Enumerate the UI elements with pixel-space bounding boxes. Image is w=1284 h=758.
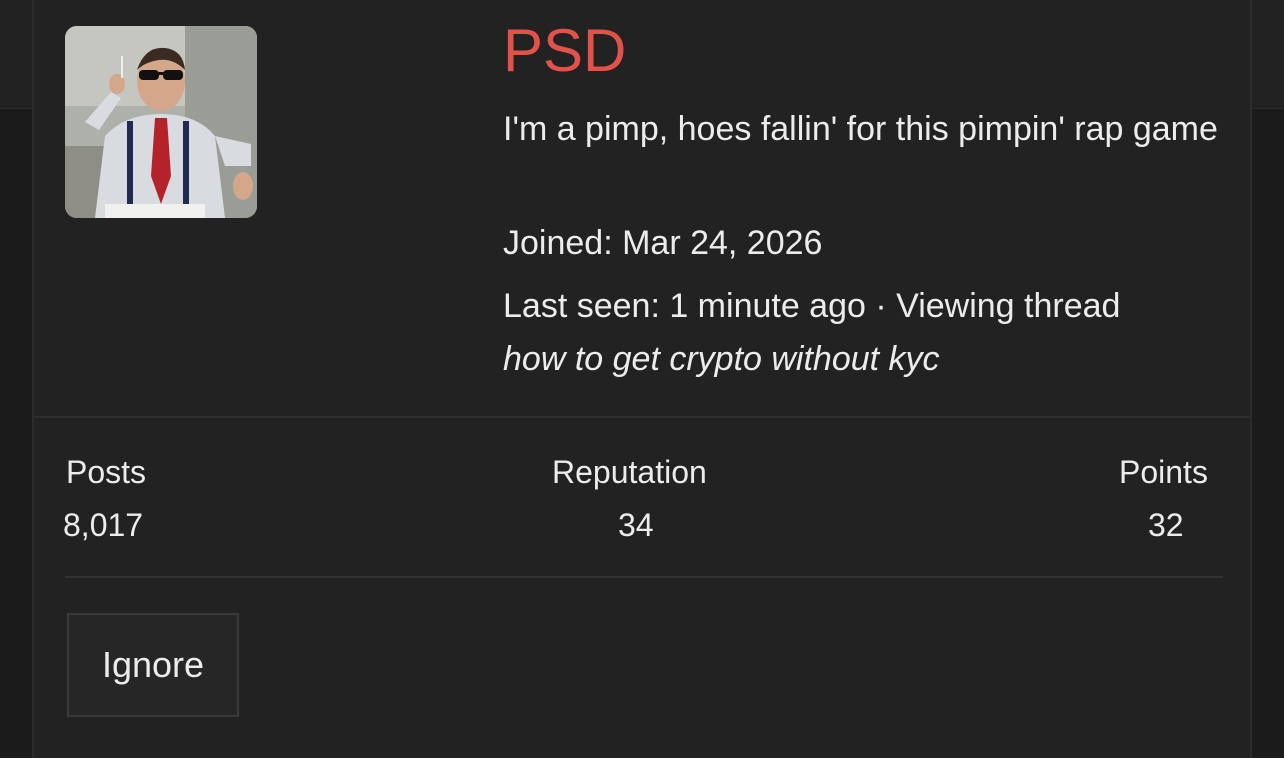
viewing-thread-link[interactable]: how to get crypto without kyc — [503, 334, 940, 384]
points-value[interactable]: 32 — [1148, 505, 1184, 545]
points-label: Points — [1119, 454, 1208, 490]
username[interactable]: PSD — [503, 18, 626, 84]
ignore-button[interactable]: Ignore — [67, 613, 239, 717]
avatar[interactable] — [65, 26, 257, 218]
stats-divider — [65, 576, 1223, 578]
reputation-label: Reputation — [552, 454, 707, 490]
user-title: I'm a pimp, hoes fallin' for this pimpin… — [503, 110, 1218, 148]
member-tooltip-card: PSD I'm a pimp, hoes fallin' for this pi… — [32, 0, 1252, 758]
posts-label: Posts — [66, 454, 147, 490]
reputation-value[interactable]: 34 — [618, 505, 654, 545]
section-divider — [34, 416, 1250, 418]
last-seen-activity: Last seen: 1 minute ago · Viewing thread — [503, 287, 1121, 325]
joined-date: Joined: Mar 24, 2026 — [503, 224, 823, 262]
posts-value[interactable]: 8,017 — [63, 505, 143, 545]
avatar-image — [65, 26, 257, 218]
